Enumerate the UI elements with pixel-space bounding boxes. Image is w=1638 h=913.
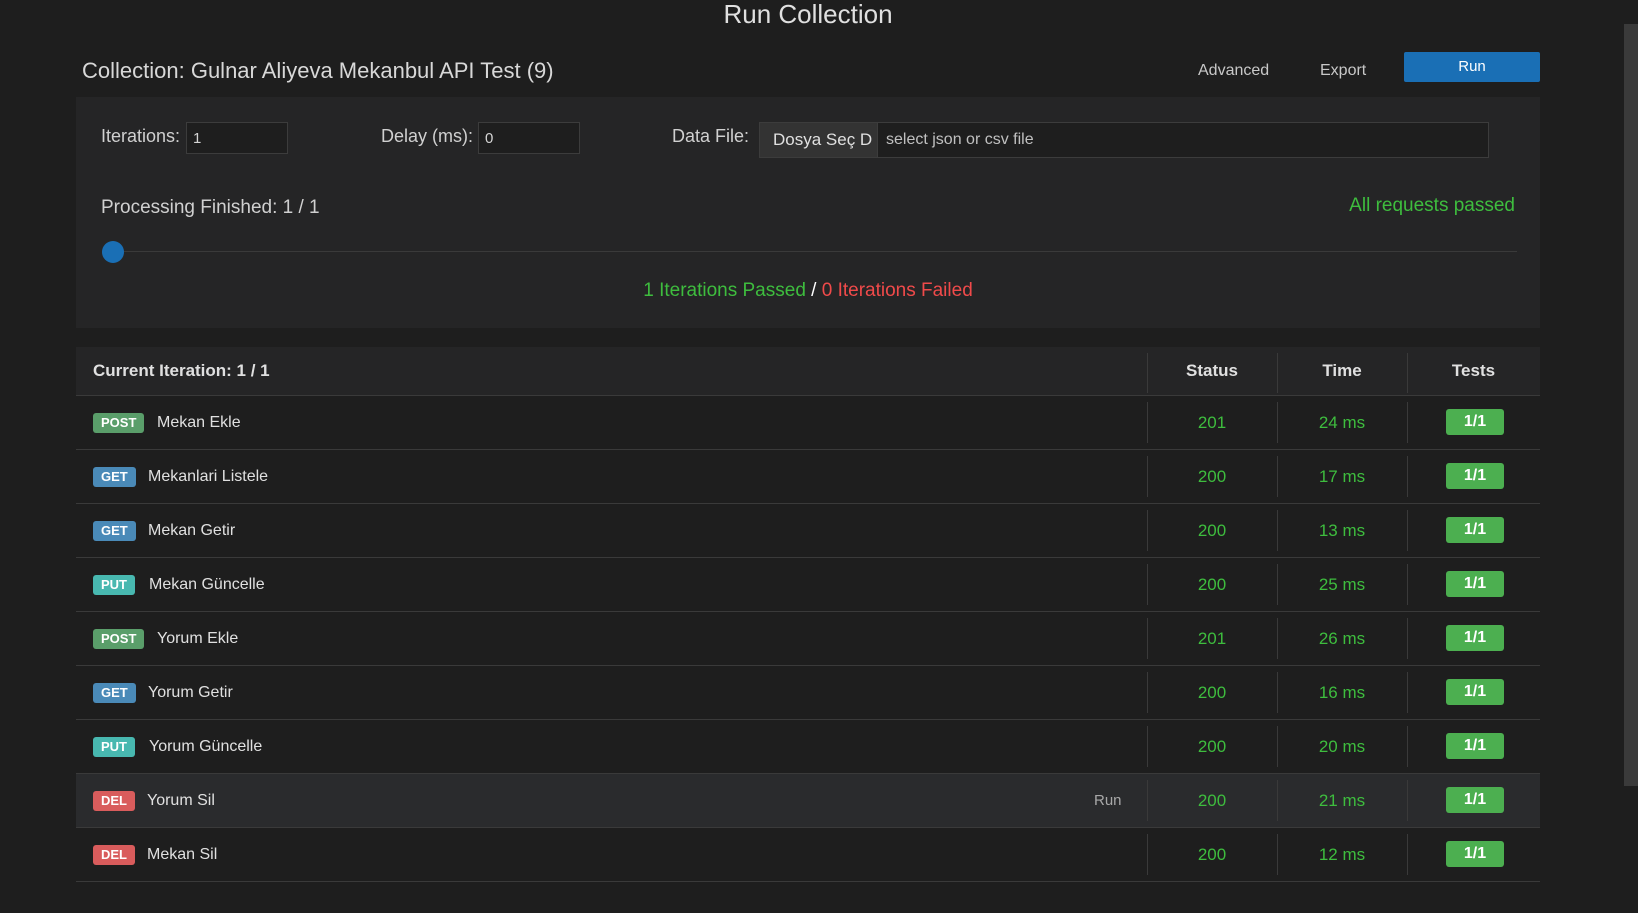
run-request-button[interactable]: Run	[1094, 791, 1122, 811]
table-row[interactable]: POST Mekan Ekle 201 24 ms 1/1	[76, 396, 1540, 450]
table-header: Current Iteration: 1 / 1 Status Time Tes…	[76, 347, 1540, 396]
table-row[interactable]: GET Mekan Getir 200 13 ms 1/1	[76, 504, 1540, 558]
request-name: Mekan Ekle	[157, 414, 241, 431]
table-row[interactable]: DEL Mekan Sil 200 12 ms 1/1	[76, 828, 1540, 882]
request-name: Mekan Güncelle	[149, 576, 265, 593]
table-row[interactable]: GET Yorum Getir 200 16 ms 1/1	[76, 666, 1540, 720]
method-badge: GET	[93, 521, 136, 541]
status-code: 200	[1197, 467, 1227, 486]
header-status: Status	[1186, 361, 1238, 380]
collection-name: Collection: Gulnar Aliyeva Mekanbul API …	[82, 58, 554, 83]
response-time: 13 ms	[1318, 521, 1366, 540]
request-name: Mekan Sil	[147, 846, 218, 863]
advanced-button[interactable]: Advanced	[1198, 62, 1269, 80]
tests-badge[interactable]: 1/1	[1446, 733, 1504, 759]
iterations-separator: /	[811, 280, 817, 301]
iterations-label: Iterations:	[101, 126, 181, 146]
scrollbar[interactable]	[1624, 0, 1638, 913]
response-time: 26 ms	[1318, 629, 1366, 648]
page-title: Run Collection	[723, 0, 893, 29]
request-name: Mekanlari Listele	[148, 468, 269, 485]
collection-header: Collection: Gulnar Aliyeva Mekanbul API …	[76, 52, 1540, 92]
delay-input[interactable]	[478, 122, 580, 154]
choose-file-button[interactable]: Dosya Seç D	[760, 123, 878, 157]
method-badge: GET	[93, 467, 136, 487]
response-time: 25 ms	[1318, 575, 1366, 594]
method-badge: DEL	[93, 791, 135, 811]
method-badge: POST	[93, 413, 145, 433]
data-file-placeholder: select json or csv file	[886, 131, 1034, 148]
status-code: 201	[1197, 629, 1227, 648]
iterations-input[interactable]	[186, 122, 288, 154]
response-time: 24 ms	[1318, 413, 1366, 432]
request-name: Mekan Getir	[148, 522, 236, 539]
results-table: Current Iteration: 1 / 1 Status Time Tes…	[76, 347, 1540, 882]
tests-badge[interactable]: 1/1	[1446, 679, 1504, 705]
response-time: 12 ms	[1318, 845, 1366, 864]
status-code: 200	[1197, 575, 1227, 594]
status-code: 201	[1197, 413, 1227, 432]
header-tests: Tests	[1451, 361, 1496, 380]
export-button[interactable]: Export	[1320, 62, 1366, 80]
processing-status: Processing Finished: 1 / 1	[101, 197, 320, 218]
app-window: Run Collection Collection: Gulnar Aliyev…	[0, 0, 1638, 913]
tests-badge[interactable]: 1/1	[1446, 787, 1504, 813]
progress-track	[112, 251, 1517, 252]
method-badge: DEL	[93, 845, 135, 865]
settings-panel: Iterations: Delay (ms): Data File: Dosya…	[76, 97, 1540, 328]
method-badge: PUT	[93, 737, 135, 757]
header-time: Time	[1322, 361, 1362, 380]
tests-badge[interactable]: 1/1	[1446, 463, 1504, 489]
request-name: Yorum Güncelle	[149, 738, 263, 755]
run-button[interactable]: Run	[1404, 52, 1540, 82]
response-time: 16 ms	[1318, 683, 1366, 702]
iteration-summary: 1 Iterations Passed / 0 Iterations Faile…	[76, 280, 1540, 302]
tests-badge[interactable]: 1/1	[1446, 571, 1504, 597]
requests-status: All requests passed	[1349, 195, 1515, 216]
data-file-field[interactable]: Dosya Seç D select json or csv file	[759, 122, 1489, 158]
status-code: 200	[1197, 737, 1227, 756]
scrollbar-thumb[interactable]	[1624, 24, 1638, 786]
delay-label: Delay (ms):	[381, 126, 474, 146]
method-badge: PUT	[93, 575, 135, 595]
status-code: 200	[1197, 791, 1227, 810]
data-file-label: Data File:	[672, 126, 750, 146]
status-code: 200	[1197, 683, 1227, 702]
iterations-failed: 0 Iterations Failed	[821, 280, 973, 301]
iterations-passed: 1 Iterations Passed	[643, 280, 806, 301]
tests-badge[interactable]: 1/1	[1446, 409, 1504, 435]
request-name: Yorum Getir	[148, 684, 233, 701]
request-name: Yorum Ekle	[157, 630, 239, 647]
tests-badge[interactable]: 1/1	[1446, 517, 1504, 543]
tests-badge[interactable]: 1/1	[1446, 625, 1504, 651]
status-code: 200	[1197, 521, 1227, 540]
table-row[interactable]: POST Yorum Ekle 201 26 ms 1/1	[76, 612, 1540, 666]
progress-thumb	[102, 241, 124, 263]
response-time: 21 ms	[1318, 791, 1366, 810]
response-time: 20 ms	[1318, 737, 1366, 756]
table-row[interactable]: PUT Yorum Güncelle 200 20 ms 1/1	[76, 720, 1540, 774]
tests-badge[interactable]: 1/1	[1446, 841, 1504, 867]
header-iteration: Current Iteration: 1 / 1	[93, 361, 270, 380]
method-badge: GET	[93, 683, 136, 703]
table-row[interactable]: GET Mekanlari Listele 200 17 ms 1/1	[76, 450, 1540, 504]
table-row[interactable]: PUT Mekan Güncelle 200 25 ms 1/1	[76, 558, 1540, 612]
table-row[interactable]: DEL Yorum Sil Run 200 21 ms 1/1	[76, 774, 1540, 828]
response-time: 17 ms	[1318, 467, 1366, 486]
method-badge: POST	[93, 629, 145, 649]
status-code: 200	[1197, 845, 1227, 864]
request-name: Yorum Sil	[147, 792, 215, 809]
